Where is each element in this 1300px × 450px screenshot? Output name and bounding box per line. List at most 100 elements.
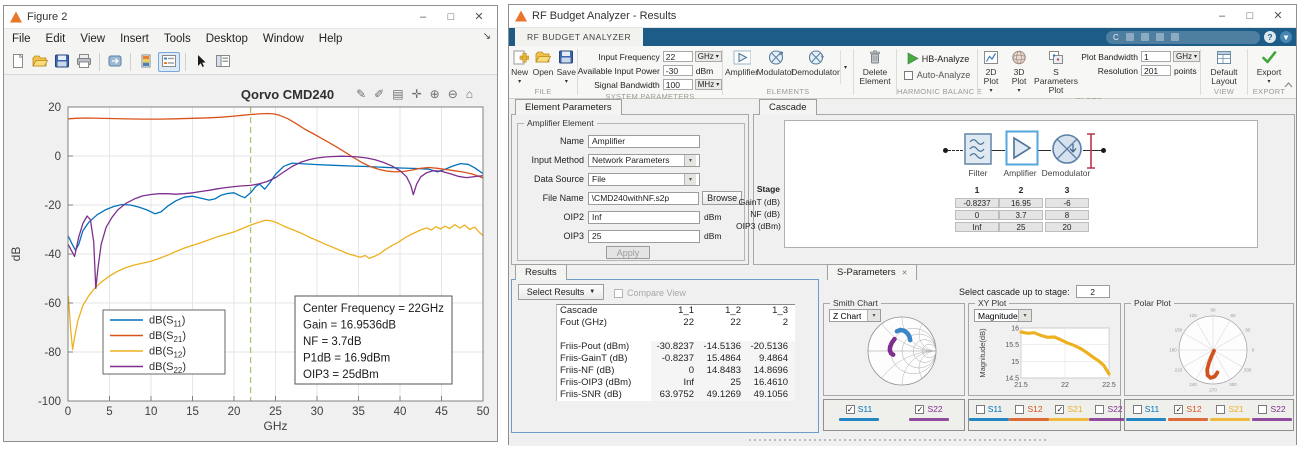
compare-view-checkbox[interactable]: Compare View [614,288,686,298]
tab-results[interactable]: Results [515,264,567,280]
zoom-in-icon[interactable]: ⊕ [430,87,440,101]
zoom-out-icon[interactable]: ⊖ [448,87,458,101]
minimize-button[interactable]: – [1208,6,1236,26]
apply-button[interactable]: Apply [606,246,650,259]
menu-edit[interactable]: Edit [46,33,66,45]
plot-browser-icon[interactable] [213,53,233,71]
paste-icon[interactable] [1156,33,1164,41]
save-icon[interactable] [52,53,72,71]
data-source-input[interactable]: File▾ [588,173,700,186]
print-icon[interactable] [1171,33,1179,41]
amplifier-button[interactable]: Amplifier [726,48,758,77]
menu-help[interactable]: Help [319,33,343,45]
oip2-input[interactable]: Inf [588,211,700,224]
close-tab-icon[interactable]: ✕ [902,270,908,277]
system-parameter-input[interactable]: 22 [663,51,693,62]
new-button[interactable]: New▾ [509,48,530,87]
plot-parameter-unit-dropdown[interactable]: GHz▾ [1173,51,1200,62]
arrow-cursor-icon[interactable] [191,53,211,71]
results-table[interactable]: Cascade1_11_21_3Fout (GHz)22222Friis-Pou… [556,304,795,401]
copy-icon[interactable] [1141,33,1149,41]
cascade-block-filter[interactable] [963,132,993,171]
cascade-canvas[interactable]: FilterAmplifierDemodulator1-0.82370Inf21… [784,120,1258,248]
menu-insert[interactable]: Insert [120,33,149,45]
check-s21[interactable]: ✓S21 [1049,404,1089,421]
more-elements-dropdown[interactable]: ▾ [840,50,851,84]
file-name-input[interactable]: \CMD240withNF.s2p [588,192,700,205]
splitter-handle[interactable] [749,439,1049,441]
tab-s-parameters[interactable]: S-Parameters✕ [827,264,917,280]
demodulator-button[interactable]: Demodulator [794,48,838,77]
xy-quantity-dropdown[interactable]: Magnitude▾ [974,309,1032,322]
check-s11[interactable]: ✓S11 [839,404,879,421]
ribbon-tab-rf-budget-analyzer[interactable]: RF BUDGET ANALYZER [515,28,643,46]
cut-icon[interactable] [1126,33,1134,41]
tab-element-parameters[interactable]: Element Parameters [515,99,622,115]
name-input[interactable]: Amplifier [588,135,700,148]
ribbon-options-icon[interactable]: ▾ [1280,31,1292,43]
export-button[interactable]: Export▾ [1253,48,1285,87]
system-parameter-input[interactable]: -30 [663,65,693,76]
menu-view[interactable]: View [80,33,105,45]
link-figure-icon[interactable] [105,53,125,71]
menu-tools[interactable]: Tools [164,33,191,45]
delete-element-button[interactable]: Delete Element [854,48,896,86]
select-results-button[interactable]: Select Results▼ [518,284,604,300]
check-s22[interactable]: S22 [1089,404,1129,421]
pan-icon[interactable]: ✛ [412,87,422,101]
figure-titlebar[interactable]: Figure 2 –□✕ [4,6,497,29]
close-button[interactable]: ✕ [1264,6,1292,26]
maximize-button[interactable]: □ [437,7,465,27]
tab-cascade[interactable]: Cascade [759,99,817,115]
help-icon[interactable]: ? [1264,31,1276,43]
colorbar-icon[interactable] [136,53,156,71]
hb-analyze-button[interactable]: HB-Analyze [904,51,971,67]
edit-plot-icon[interactable]: ✎ [356,87,366,101]
check-s22[interactable]: ✓S22 [909,404,949,421]
datatips-icon[interactable]: ▤ [392,87,403,101]
cascade-block-demodulator[interactable] [1051,132,1085,171]
input-method-input[interactable]: Network Parameters▾ [588,154,700,167]
plot-button-2[interactable]: 3D Plot▾ [1006,48,1032,96]
home-icon[interactable]: ⌂ [466,87,473,101]
oip3-input[interactable]: 25 [588,230,700,243]
save-button[interactable]: Save▾ [556,48,577,87]
plot-button-1[interactable]: 2D Plot▾ [978,48,1004,96]
check-label: S22 [927,404,942,414]
plot-button-3[interactable]: S Parameters Plot [1034,48,1078,95]
brush-icon[interactable]: ✐ [374,87,384,101]
system-parameter-unit-dropdown[interactable]: GHz▾ [695,51,722,62]
check-s12[interactable]: ✓S12 [1168,404,1208,421]
minimize-button[interactable]: – [409,7,437,27]
check-s21[interactable]: S21 [1210,404,1250,421]
menu-desktop[interactable]: Desktop [206,33,248,45]
cascade-block-amplifier[interactable] [1005,130,1039,171]
polar-plot[interactable]: 0306090120150180210240270300330 [1125,304,1295,395]
plot-parameter-input[interactable]: 201 [1141,65,1171,76]
close-button[interactable]: ✕ [465,7,493,27]
system-parameter-input[interactable]: 100 [663,79,693,90]
new-document-icon[interactable] [8,53,28,71]
check-s11[interactable]: S11 [1126,404,1166,421]
maximize-button[interactable]: □ [1236,6,1264,26]
check-s22[interactable]: S22 [1252,404,1292,421]
check-s11[interactable]: S11 [969,404,1009,421]
check-s12[interactable]: S12 [1009,404,1049,421]
system-parameter-unit-dropdown[interactable]: MHz▾ [695,79,722,90]
modulator-button[interactable]: Modulator [760,48,792,77]
stage-input[interactable]: 2 [1076,285,1110,298]
auto-analyze-checkbox[interactable]: Auto-Analyze [904,67,971,83]
app-titlebar[interactable]: RF Budget Analyzer - Results –□✕ [509,5,1296,28]
open-button[interactable]: Open [532,48,553,77]
dock-figure-icon[interactable]: ↘ [483,31,491,42]
print-icon[interactable] [74,53,94,71]
menu-file[interactable]: File [12,33,31,45]
menu-window[interactable]: Window [263,33,304,45]
default-layout-button[interactable]: Default Layout [1202,48,1246,86]
plot-parameter-input[interactable]: 1 [1141,51,1171,62]
legend-toggle-icon[interactable] [158,52,180,72]
open-folder-icon[interactable] [30,53,50,71]
collapse-toolstrip-icon[interactable] [1284,76,1293,94]
smith-type-dropdown[interactable]: Z Chart▾ [829,309,881,322]
figure-axes[interactable]: 05101520253035404550-100-80-60-40-20020G… [4,75,497,441]
